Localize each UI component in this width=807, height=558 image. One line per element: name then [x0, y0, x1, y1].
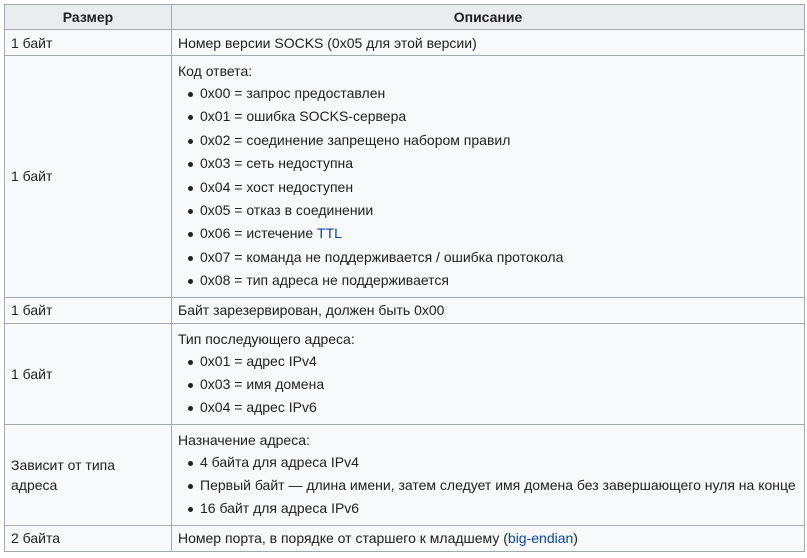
list-item: 0x07 = команда не поддерживается / ошибк… — [188, 246, 798, 269]
size-cell: 2 байта — [4, 524, 172, 552]
description-suffix: ) — [573, 530, 578, 547]
description-cell: Тип последующего адреса: 0x01 = адрес IP… — [171, 322, 805, 425]
list-item: 0x04 = адрес IPv6 — [188, 396, 798, 419]
size-cell: 1 байт — [4, 322, 172, 425]
description-cell: Номер версии SOCKS (0x05 для этой версии… — [171, 29, 805, 56]
description-cell: Назначение адреса: 4 байта для адреса IP… — [171, 423, 805, 526]
list-item: 0x05 = отказ в соединении — [188, 199, 798, 222]
table-row: Зависит от типа адреса Назначение адреса… — [4, 423, 805, 526]
list-item: 16 байт для адреса IPv6 — [188, 497, 798, 520]
column-header-size: Размер — [4, 4, 172, 30]
list-item: 0x01 = адрес IPv4 — [188, 350, 798, 373]
socks-reply-table: Размер Описание 1 байт Номер версии SOCK… — [4, 4, 805, 552]
list-item: 0x08 = тип адреса не поддерживается — [188, 269, 798, 292]
list-item: 0x01 = ошибка SOCKS-сервера — [188, 105, 798, 128]
list-item: 0x02 = соединение запрещено набором прав… — [188, 129, 798, 152]
size-cell: 1 байт — [4, 29, 172, 56]
table-row: 2 байта Номер порта, в порядке от старше… — [4, 524, 805, 552]
table-row: 1 байт Тип последующего адреса: 0x01 = а… — [4, 322, 805, 425]
list-item: Первый байт — длина имени, затем следует… — [188, 474, 798, 497]
column-header-description: Описание — [171, 4, 805, 30]
table-row: 1 байт Байт зарезервирован, должен быть … — [4, 296, 805, 324]
table-row: 1 байт Код ответа: 0x00 = запрос предост… — [4, 55, 805, 298]
size-cell: Зависит от типа адреса — [4, 423, 172, 526]
destination-address-list: 4 байта для адреса IPv4 Первый байт — дл… — [178, 451, 798, 521]
description-intro: Тип последующего адреса: — [178, 330, 355, 347]
ttl-link[interactable]: TTL — [317, 225, 342, 241]
big-endian-link[interactable]: big-endian — [508, 530, 573, 546]
list-item: 0x03 = сеть недоступна — [188, 152, 798, 175]
description-text: Номер порта, в порядке от старшего к мла… — [178, 530, 508, 547]
list-item: 0x03 = имя домена — [188, 373, 798, 396]
list-item: 4 байта для адреса IPv4 — [188, 451, 798, 474]
description-cell: Номер порта, в порядке от старшего к мла… — [171, 524, 805, 552]
table-header-row: Размер Описание — [4, 4, 805, 30]
description-cell: Код ответа: 0x00 = запрос предоставлен 0… — [171, 55, 805, 298]
size-cell: 1 байт — [4, 296, 172, 324]
reply-code-list: 0x00 = запрос предоставлен 0x01 = ошибка… — [178, 82, 798, 293]
table-row: 1 байт Номер версии SOCKS (0x05 для этой… — [4, 29, 805, 56]
description-cell: Байт зарезервирован, должен быть 0x00 — [171, 296, 805, 324]
description-intro: Код ответа: — [178, 63, 253, 79]
address-type-list: 0x01 = адрес IPv4 0x03 = имя домена 0x04… — [178, 350, 798, 420]
list-item: 0x00 = запрос предоставлен — [188, 82, 798, 105]
list-item-text: 0x06 = истечение — [200, 225, 318, 242]
list-item: 0x04 = хост недоступен — [188, 176, 798, 199]
size-cell: 1 байт — [4, 55, 172, 298]
description-intro: Назначение адреса: — [178, 431, 310, 448]
list-item: 0x06 = истечение TTL — [188, 222, 798, 245]
